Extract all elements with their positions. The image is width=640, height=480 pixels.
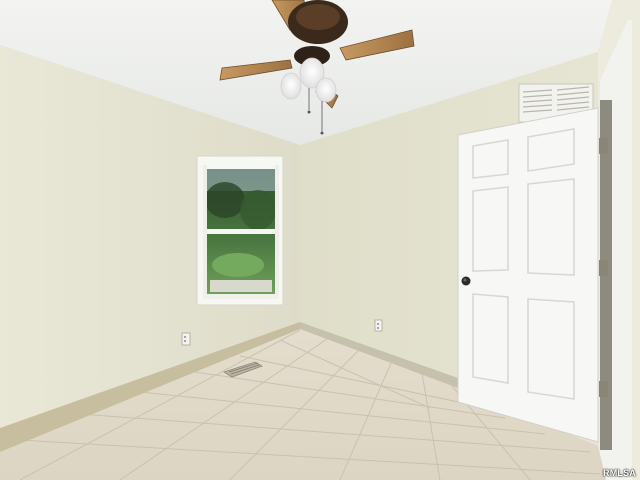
watermark-logo: RMLSA [603,468,636,478]
power-outlet-icon [374,319,383,332]
door-hinge [599,138,608,154]
power-outlet-icon [181,332,191,346]
window [196,155,284,306]
door-hinge [599,260,608,276]
fan-light-globe [280,72,302,100]
fan-light-globe [315,77,337,103]
door [457,107,608,443]
room-photo [0,0,640,480]
door-hinge [599,381,608,397]
